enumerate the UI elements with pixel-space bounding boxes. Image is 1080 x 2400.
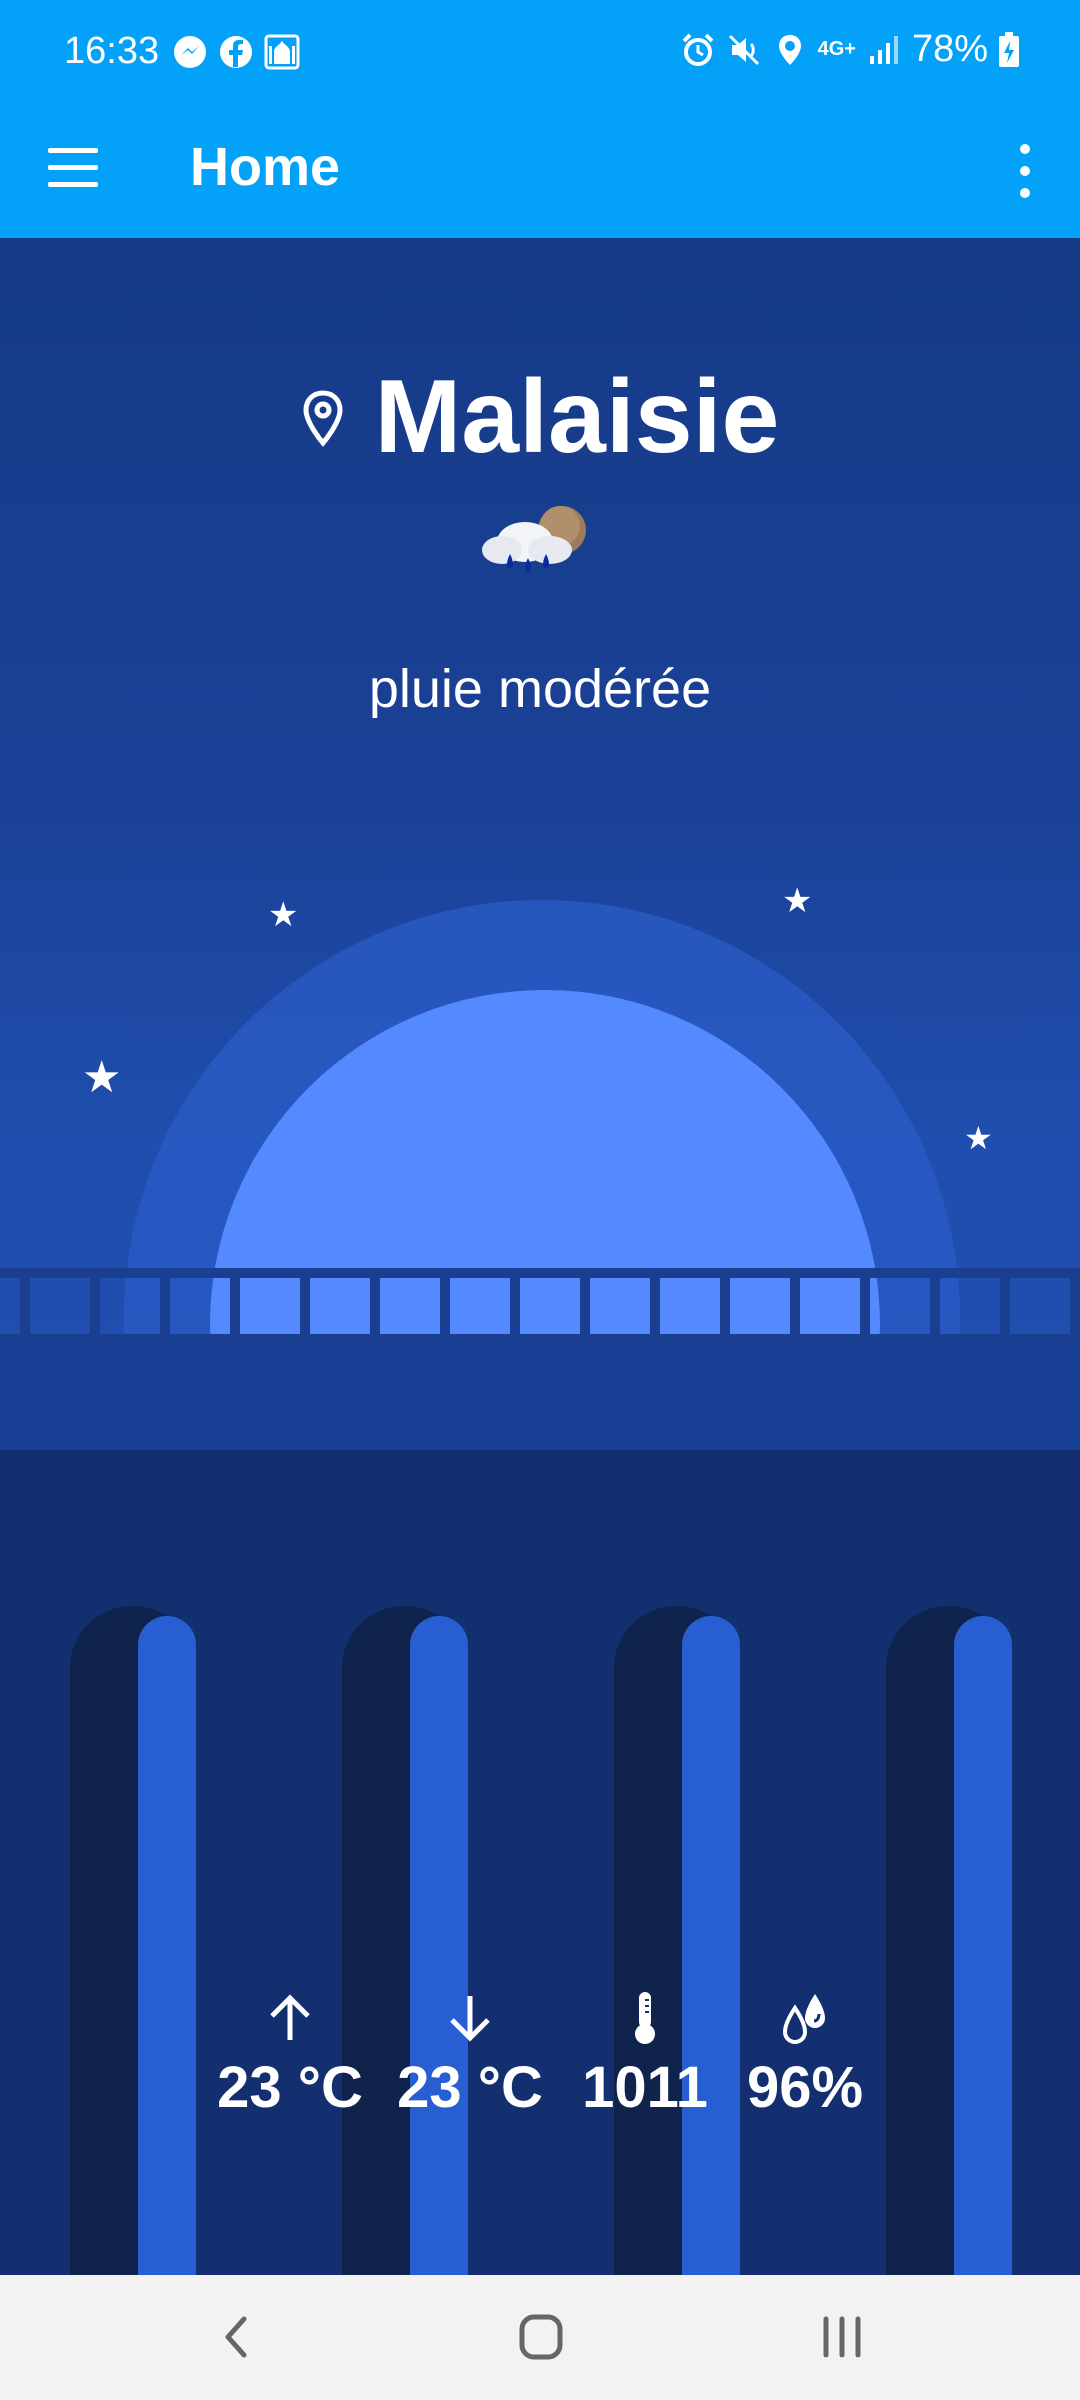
hamburger-menu-icon[interactable]: [48, 148, 98, 188]
humidity-value: 96%: [746, 2055, 864, 2120]
arrow-up-icon: [270, 1994, 310, 2040]
min-temp-value: 23 °C: [397, 2055, 543, 2120]
pillar: [954, 1616, 1012, 2275]
star-icon: ★: [782, 882, 813, 920]
facebook-icon: [220, 36, 252, 68]
bridge-railing: [0, 1268, 1080, 1348]
mute-icon: [728, 34, 759, 65]
bridge-wall: [0, 1342, 1080, 1450]
star-icon: ★: [82, 1053, 122, 1102]
location-name: Malaisie: [374, 359, 780, 475]
system-nav-bar: [0, 2275, 1080, 2400]
max-temp-stat: 23 °C: [200, 1990, 380, 2121]
signal-icon: [869, 35, 898, 64]
messenger-icon: [174, 36, 206, 68]
humidity-stat: 96%: [725, 1990, 885, 2121]
location-header: Malaisie: [0, 358, 1080, 477]
battery-charging-icon: [999, 31, 1019, 67]
pressure-stat: 1011: [570, 1990, 720, 2121]
humidity-drops-icon: [782, 1994, 825, 2045]
star-icon: ★: [268, 896, 299, 934]
notification-icons: [172, 34, 300, 70]
network-type: 4G+: [817, 38, 856, 60]
weather-condition: pluie modérée: [368, 659, 712, 719]
alarm-icon: [682, 33, 713, 66]
thermometer-icon: [635, 1992, 655, 2044]
max-temp-value: 23 °C: [217, 2055, 363, 2120]
back-icon[interactable]: [198, 2305, 278, 2369]
status-time: 16:33: [64, 30, 160, 72]
mosque-icon: [264, 34, 300, 70]
pillar: [682, 1616, 740, 2275]
status-bar: 16:33 4G+ 78%: [0, 0, 1080, 108]
pressure-value: 1011: [582, 2055, 708, 2120]
app-bar: Home: [0, 108, 1080, 238]
building-facade: [0, 1450, 1080, 2275]
min-temp-stat: 23 °C: [380, 1990, 560, 2121]
star-icon: ★: [964, 1120, 993, 1156]
page-title: Home: [190, 137, 341, 197]
more-vert-icon[interactable]: [1010, 144, 1040, 200]
recents-icon[interactable]: [802, 2305, 882, 2369]
pillar: [138, 1616, 196, 2275]
weather-scene: ★ ★ ★ ★ Malaisie pluie modérée: [0, 238, 1080, 1450]
arrow-down-icon: [450, 1996, 490, 2042]
rain-cloud-moon-icon: [482, 506, 586, 572]
location-pin-icon: [303, 389, 343, 447]
pillar: [410, 1616, 468, 2275]
home-icon[interactable]: [500, 2305, 580, 2369]
location-pin-icon: [778, 34, 801, 65]
weather-stats: 23 °C 23 °C 1011 96%: [0, 1990, 1080, 2130]
system-status: 4G+ 78%: [680, 28, 1020, 71]
battery-percent: 78%: [911, 28, 988, 70]
